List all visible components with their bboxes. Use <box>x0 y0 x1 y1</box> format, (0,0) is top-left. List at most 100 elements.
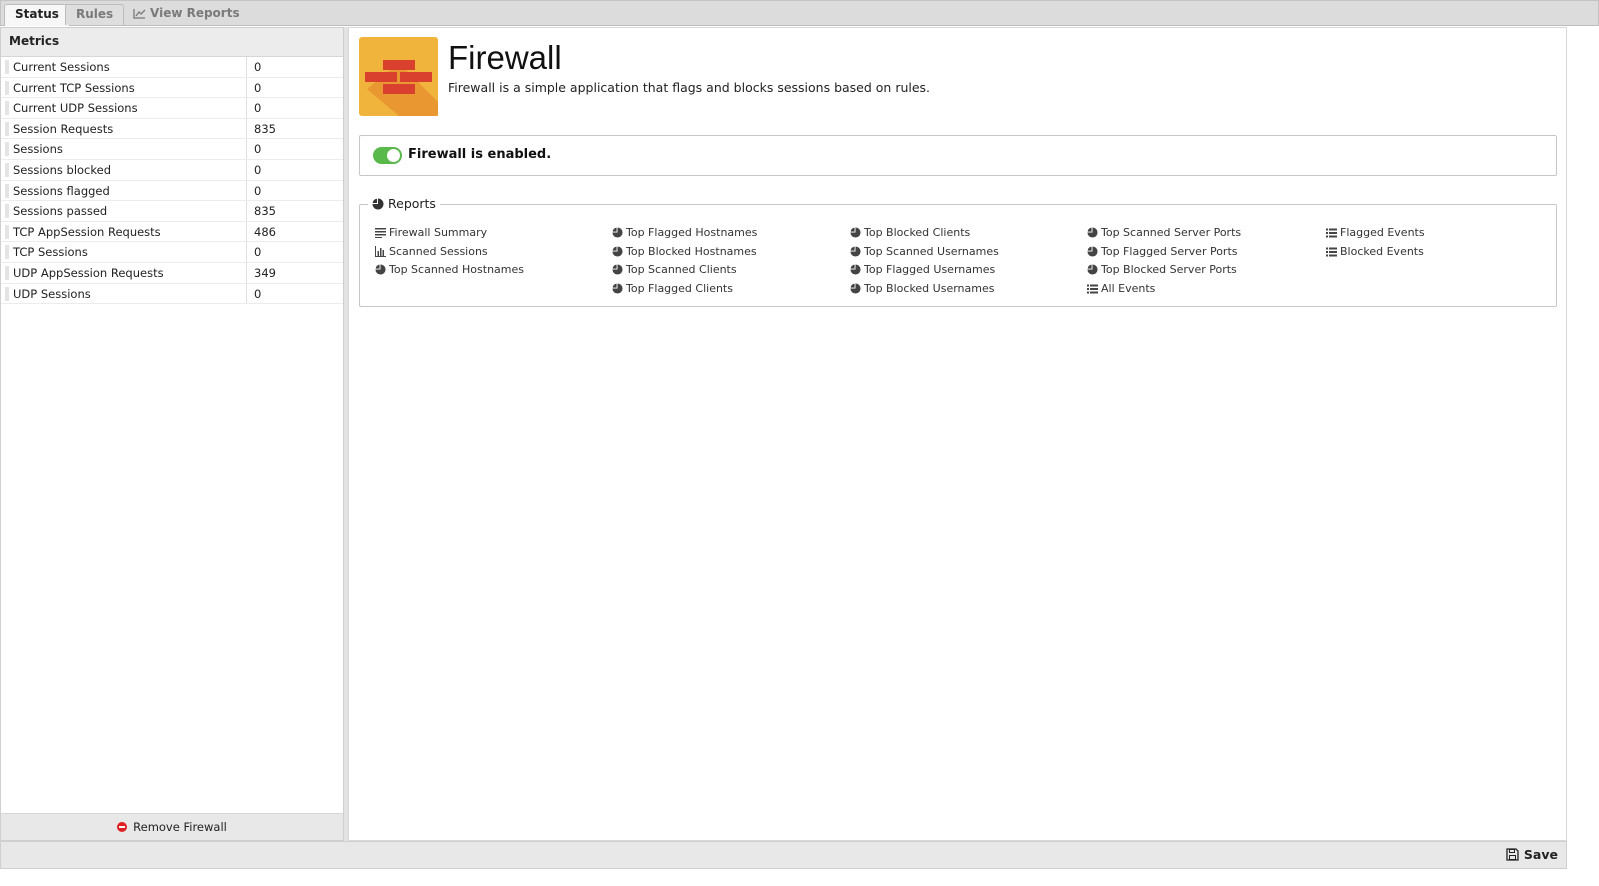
metric-value: 0 <box>246 283 261 304</box>
row-grip <box>5 60 9 74</box>
reports-fieldset: Reports Firewall Summary Scanned Sessions… <box>359 196 1557 307</box>
metric-value: 835 <box>246 118 276 139</box>
report-link[interactable]: Firewall Summary <box>375 224 524 243</box>
metrics-panel: Metrics Current Sessions 0 Current TCP Ses… <box>0 27 344 841</box>
report-link[interactable]: Top Blocked Clients <box>850 224 999 243</box>
list-icon <box>1326 228 1337 238</box>
metric-value: 349 <box>246 262 276 283</box>
report-link[interactable]: Top Scanned Clients <box>612 261 757 280</box>
pie-chart-icon <box>850 227 861 238</box>
report-link[interactable]: Top Blocked Hostnames <box>612 243 757 262</box>
row-grip <box>5 101 9 116</box>
pie-chart-icon <box>1087 264 1098 275</box>
report-link-label: Top Flagged Server Ports <box>1101 244 1238 258</box>
tab-status-label: Status <box>15 7 59 21</box>
pie-chart-icon <box>850 264 861 275</box>
metric-name: Current UDP Sessions <box>13 101 138 116</box>
tab-view-reports[interactable]: View Reports <box>123 4 250 25</box>
metric-name: Current Sessions <box>13 60 110 74</box>
report-column: Firewall Summary Scanned Sessions Top Scan… <box>375 224 524 280</box>
report-link[interactable]: Top Blocked Usernames <box>850 280 999 299</box>
remove-icon <box>117 822 128 832</box>
metric-value: 835 <box>246 201 276 221</box>
metric-name: Session Requests <box>13 121 114 136</box>
report-link-label: Top Flagged Clients <box>626 282 733 296</box>
tab-bar: Status Rules View Reports <box>0 0 1599 26</box>
report-link[interactable]: Top Flagged Usernames <box>850 261 999 280</box>
metric-name: UDP AppSession Requests <box>13 265 164 280</box>
metric-value: 0 <box>246 159 261 180</box>
main-panel: Firewall Firewall is a simple applicatio… <box>348 27 1567 841</box>
bottom-bar: Save <box>0 841 1567 869</box>
pie-chart-icon <box>372 198 384 210</box>
report-link-label: Top Blocked Clients <box>864 226 971 239</box>
report-link-label: Top Scanned Usernames <box>864 244 999 258</box>
metric-name: UDP Sessions <box>13 286 91 301</box>
list-icon <box>1087 284 1098 294</box>
metric-value: 0 <box>246 57 261 77</box>
report-link[interactable]: Top Flagged Clients <box>612 280 757 299</box>
tab-rules[interactable]: Rules <box>65 4 125 25</box>
metric-row: Current TCP Sessions 0 <box>1 77 343 99</box>
row-grip <box>5 121 9 136</box>
save-icon <box>1506 848 1519 861</box>
text-icon <box>375 228 386 238</box>
metrics-title: Metrics <box>1 28 343 57</box>
pie-chart-icon <box>612 283 623 294</box>
report-link-label: Top Blocked Server Ports <box>1101 263 1237 277</box>
enabled-status-text: Firewall is enabled. <box>408 147 552 162</box>
metric-row: UDP AppSession Requests 349 <box>1 262 343 284</box>
report-link[interactable]: Top Flagged Hostnames <box>612 224 757 243</box>
report-link[interactable]: Top Scanned Server Ports <box>1087 224 1241 243</box>
report-link[interactable]: Top Scanned Usernames <box>850 243 999 262</box>
report-link[interactable]: All Events <box>1087 280 1241 299</box>
pie-chart-icon <box>850 246 861 257</box>
metric-value: 486 <box>246 221 276 242</box>
metric-row: Current UDP Sessions 0 <box>1 98 343 119</box>
pie-chart-icon <box>612 227 623 238</box>
metric-name: Sessions <box>13 142 63 157</box>
report-link[interactable]: Blocked Events <box>1326 243 1425 262</box>
row-grip <box>5 80 9 95</box>
tab-status[interactable]: Status <box>4 4 70 26</box>
report-link[interactable]: Top Blocked Server Ports <box>1087 261 1241 280</box>
metrics-list: Current Sessions 0 Current TCP Sessions 0 Cu… <box>1 57 343 305</box>
remove-firewall-button[interactable]: Remove Firewall <box>1 813 343 840</box>
row-grip <box>5 265 9 280</box>
report-link-label: Top Blocked Usernames <box>864 282 995 296</box>
pie-chart-icon <box>1087 227 1098 238</box>
bar-chart-icon <box>375 245 386 257</box>
tab-view-reports-label: View Reports <box>150 6 240 20</box>
report-link-label: Scanned Sessions <box>389 244 488 258</box>
metric-value: 0 <box>246 77 261 98</box>
app-description: Firewall is a simple application that fl… <box>448 80 931 95</box>
metric-name: Current TCP Sessions <box>13 80 135 95</box>
metric-row: Sessions passed 835 <box>1 201 343 222</box>
reports-legend: Reports <box>368 196 440 211</box>
report-link[interactable]: Top Flagged Server Ports <box>1087 243 1241 262</box>
report-link-label: Top Scanned Clients <box>626 263 737 277</box>
metric-value: 0 <box>246 98 261 118</box>
pie-chart-icon <box>612 264 623 275</box>
pie-chart-icon <box>612 246 623 257</box>
report-column: Top Flagged Hostnames Top Blocked Hostnam… <box>612 224 757 299</box>
metric-name: TCP AppSession Requests <box>13 224 161 239</box>
metric-name: TCP Sessions <box>13 245 88 260</box>
report-link-label: Blocked Events <box>1340 244 1424 258</box>
tab-rules-label: Rules <box>76 7 114 21</box>
report-link-label: Top Scanned Hostnames <box>389 263 524 277</box>
metric-row: TCP AppSession Requests 486 <box>1 221 343 243</box>
report-link[interactable]: Scanned Sessions <box>375 243 524 262</box>
row-grip <box>5 142 9 157</box>
metric-row: Sessions 0 <box>1 139 343 160</box>
list-icon <box>1326 247 1337 257</box>
report-link-label: Top Flagged Hostnames <box>626 226 758 239</box>
enabled-toggle[interactable] <box>373 147 402 164</box>
metric-name: Sessions passed <box>13 204 108 219</box>
report-link[interactable]: Flagged Events <box>1326 224 1425 243</box>
metric-row: Current Sessions 0 <box>1 57 343 78</box>
app-title: Firewall <box>448 39 562 76</box>
report-link[interactable]: Top Scanned Hostnames <box>375 261 524 280</box>
save-button[interactable]: Save <box>1506 847 1558 862</box>
enabled-status-box: Firewall is enabled. <box>359 135 1557 176</box>
